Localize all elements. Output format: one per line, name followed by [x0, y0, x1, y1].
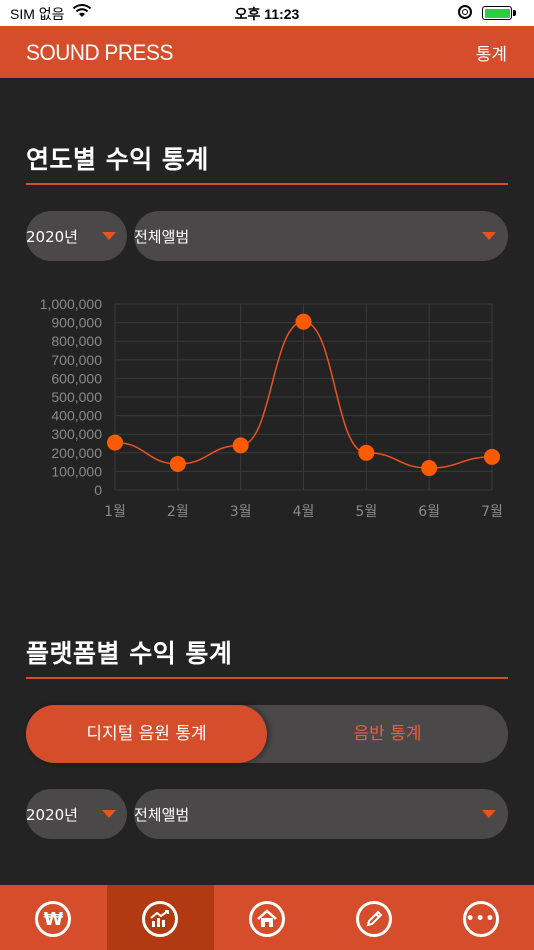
x-tick-label: 5월 — [355, 504, 377, 520]
monthly-revenue-line-chart: 0 100,000 200,000 300,000 400,000 500,000 600,… — [40, 296, 503, 520]
home-icon — [248, 901, 285, 937]
chevron-down-icon — [482, 810, 496, 818]
stats-type-toggle: 디지털 음원 통계 음반 통계 — [26, 705, 508, 763]
data-point — [484, 448, 500, 465]
year-dropdown-value: 2020년 — [26, 228, 78, 246]
year-dropdown-value: 2020년 — [26, 806, 78, 824]
stats-menu-button[interactable]: 통계 — [476, 40, 507, 65]
bottom-navigation: ₩ ••• — [0, 885, 534, 950]
data-point — [421, 460, 438, 477]
y-tick-label: 300,000 — [51, 426, 102, 442]
album-dropdown-value: 전체앨범 — [134, 228, 190, 246]
app-header: SOUND PRESS 통계 — [0, 26, 534, 78]
clock: 오후 11:23 — [234, 6, 300, 22]
x-tick-label: 3월 — [230, 504, 252, 520]
nav-write[interactable] — [320, 885, 427, 950]
y-tick-label: 100,000 — [51, 463, 102, 479]
y-tick-label: 0 — [94, 482, 102, 498]
y-tick-label: 200,000 — [51, 445, 102, 461]
year-dropdown[interactable]: 2020년 — [26, 211, 127, 261]
orientation-lock-icon — [458, 5, 472, 19]
chevron-down-icon — [482, 232, 496, 240]
album-dropdown[interactable]: 전체앨범 — [134, 211, 508, 261]
tab-album-stats[interactable]: 음반 통계 — [267, 705, 508, 763]
more-icon: ••• — [462, 901, 499, 937]
section-divider — [26, 677, 508, 679]
y-tick-label: 1,000,000 — [40, 296, 102, 312]
platform-year-dropdown[interactable]: 2020년 — [26, 789, 127, 839]
battery-icon — [482, 6, 512, 20]
chevron-down-icon — [102, 810, 116, 818]
y-tick-label: 600,000 — [51, 370, 102, 386]
data-point — [232, 437, 249, 454]
stats-chart-icon — [142, 901, 179, 937]
nav-statistics[interactable] — [106, 885, 214, 950]
edit-pencil-icon — [355, 901, 392, 937]
nav-more[interactable]: ••• — [427, 885, 534, 950]
album-dropdown-value: 전체앨범 — [134, 806, 190, 824]
y-tick-label: 700,000 — [51, 352, 102, 368]
x-tick-label: 7월 — [481, 504, 503, 520]
y-tick-label: 400,000 — [51, 408, 102, 424]
sound-press-logo[interactable]: SOUND PRESS — [26, 40, 173, 66]
section-divider — [26, 183, 508, 185]
status-bar: SIM 없음 오후 11:23 — [0, 0, 534, 26]
y-tick-label: 900,000 — [51, 315, 102, 331]
data-point — [107, 434, 123, 451]
x-tick-label: 4월 — [293, 504, 315, 520]
nav-home[interactable] — [214, 885, 321, 950]
platform-album-dropdown[interactable]: 전체앨범 — [134, 789, 508, 839]
x-tick-label: 6월 — [418, 504, 440, 520]
platform-stats-title: 플랫폼별 수익 통계 — [26, 639, 233, 668]
chevron-down-icon — [102, 232, 116, 240]
data-point — [358, 444, 375, 461]
tab-digital-stats[interactable]: 디지털 음원 통계 — [26, 705, 267, 763]
x-tick-label: 1월 — [104, 504, 126, 520]
won-icon: ₩ — [35, 901, 72, 937]
y-tick-label: 500,000 — [51, 389, 102, 405]
nav-revenue[interactable]: ₩ — [0, 885, 107, 950]
battery-tip — [513, 10, 516, 16]
y-tick-label: 800,000 — [51, 333, 102, 349]
yearly-stats-title: 연도별 수익 통계 — [26, 145, 209, 174]
x-tick-label: 2월 — [167, 504, 189, 520]
data-point — [169, 455, 186, 472]
data-point — [295, 313, 312, 330]
